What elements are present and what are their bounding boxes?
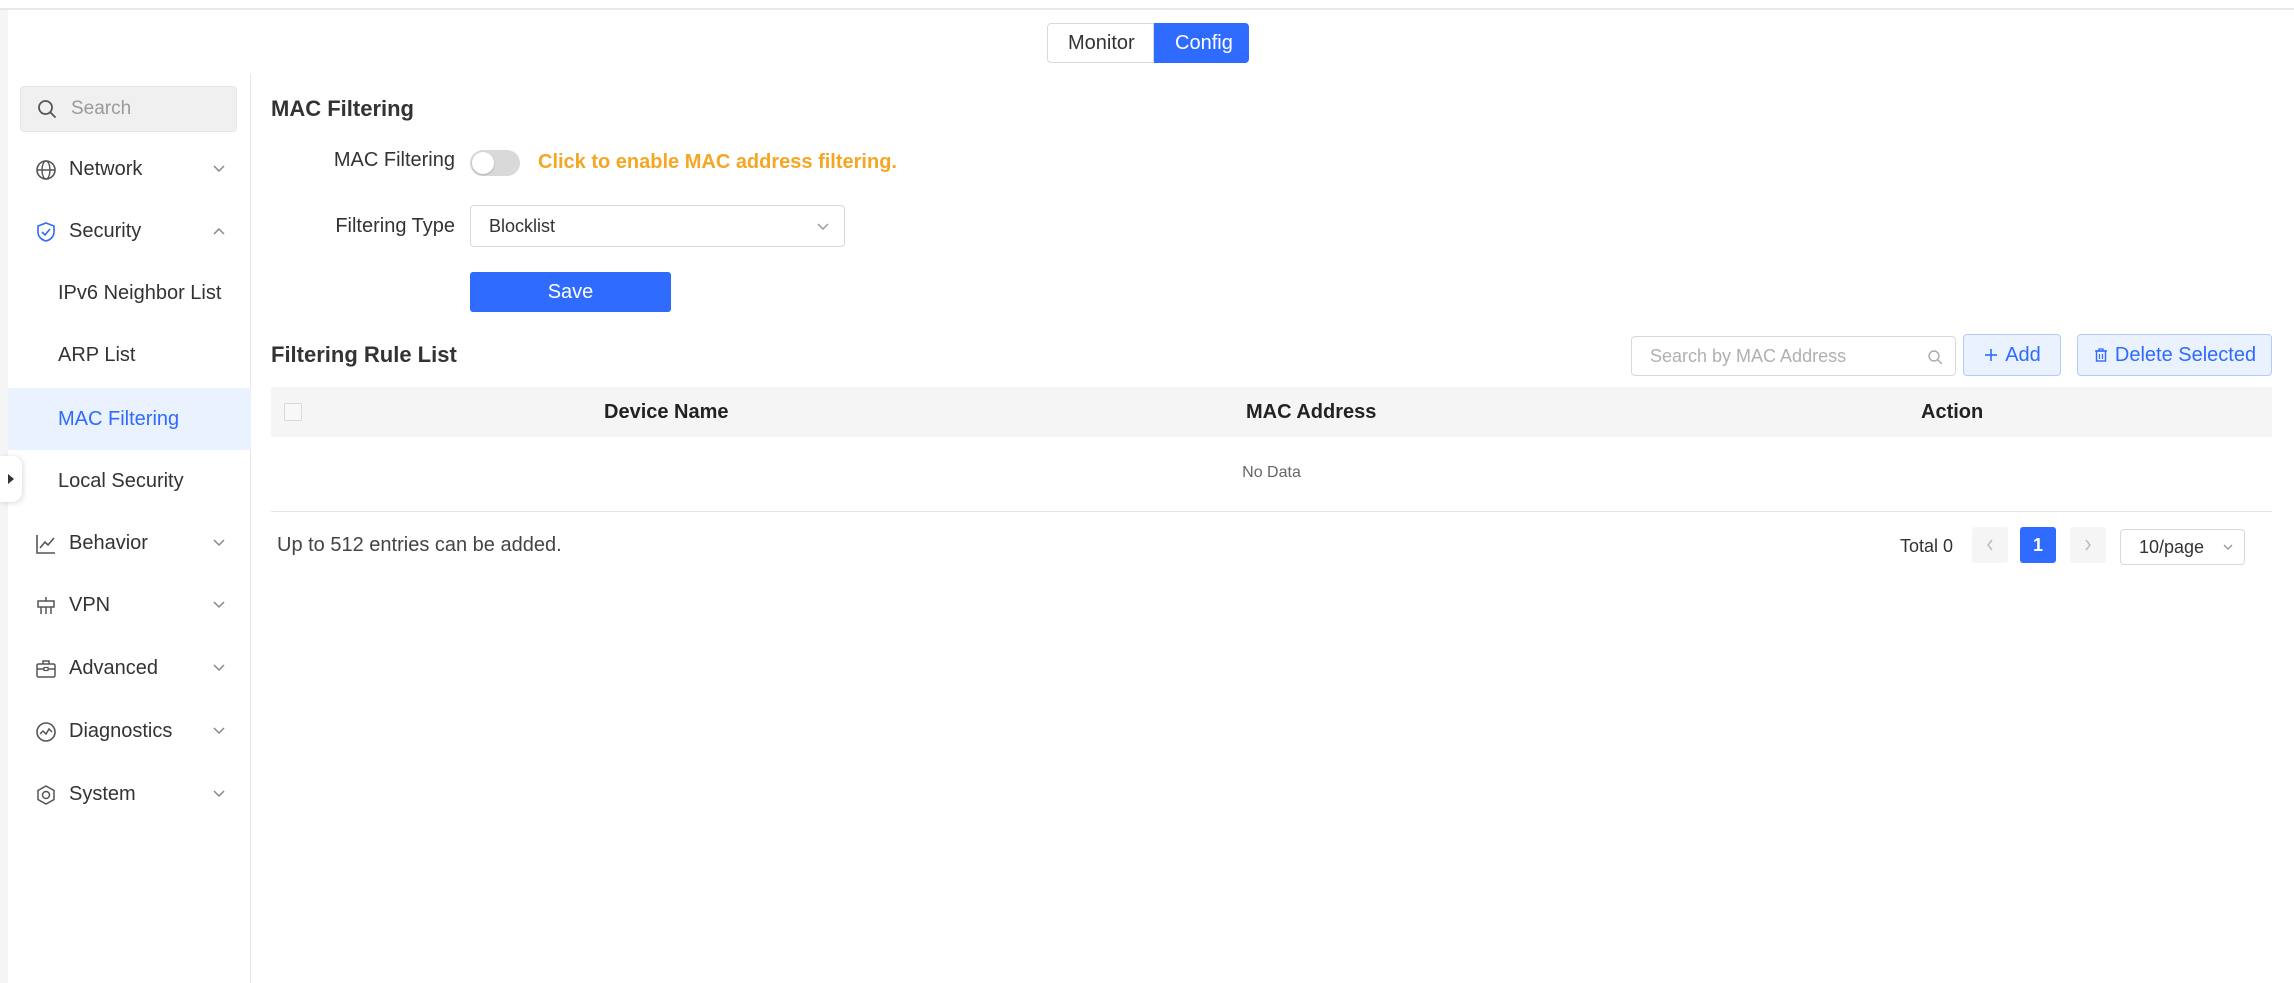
add-rule-button[interactable]: Add xyxy=(1963,334,2061,376)
total-count: Total 0 xyxy=(1900,536,1954,556)
trash-icon xyxy=(2094,348,2107,362)
prev-page-button[interactable] xyxy=(1972,527,2008,563)
sidebar-item-local-security[interactable]: Local Security xyxy=(8,450,251,512)
main-content: MAC Filtering MAC Filtering Click to ena… xyxy=(252,74,2294,983)
globe-icon xyxy=(36,160,56,180)
sidebar-item-security[interactable]: Security xyxy=(8,200,251,262)
column-header-device-name: Device Name xyxy=(604,401,729,423)
chevron-down-icon xyxy=(213,664,225,672)
chevron-down-icon xyxy=(213,727,225,735)
search-icon xyxy=(38,100,56,118)
diagnostics-icon xyxy=(36,722,56,742)
page-size-select[interactable]: 10/page xyxy=(2120,529,2245,565)
mode-toggle: Monitor Config xyxy=(1047,23,1249,63)
select-all-checkbox[interactable] xyxy=(284,403,302,421)
mac-filtering-label: MAC Filtering xyxy=(333,149,455,171)
sidebar-item-vpn[interactable]: VPN xyxy=(8,574,251,636)
sidebar-sub-label: Local Security xyxy=(58,469,184,492)
sidebar-item-mac-filtering[interactable]: MAC Filtering xyxy=(8,388,251,450)
delete-selected-button[interactable]: Delete Selected xyxy=(2077,334,2272,376)
sidebar-item-label: Diagnostics xyxy=(69,719,173,742)
system-gear-icon xyxy=(37,785,55,805)
chevron-down-icon xyxy=(213,790,225,798)
mac-filtering-switch[interactable] xyxy=(470,150,520,176)
mac-filtering-hint: Click to enable MAC address filtering. xyxy=(538,151,897,173)
vpn-icon xyxy=(37,597,55,614)
add-rule-label: Add xyxy=(2005,343,2041,366)
sidebar-sub-label: MAC Filtering xyxy=(58,407,180,430)
sidebar-item-behavior[interactable]: Behavior xyxy=(8,512,251,574)
top-bar xyxy=(0,0,2294,10)
page-number-button[interactable]: 1 xyxy=(2020,527,2056,563)
plus-icon xyxy=(1985,349,1998,361)
toolbox-icon xyxy=(36,660,56,678)
chevron-right-icon xyxy=(2085,539,2091,551)
chevron-down-icon xyxy=(213,539,225,547)
sidebar-item-advanced[interactable]: Advanced xyxy=(8,637,251,699)
chevron-up-icon xyxy=(213,227,225,235)
page-size-value: 10/page xyxy=(2139,536,2205,557)
sidebar-item-label: Behavior xyxy=(69,531,148,554)
filtering-type-label: Filtering Type xyxy=(335,215,455,237)
delete-selected-label: Delete Selected xyxy=(2114,343,2257,366)
chart-icon xyxy=(36,535,55,554)
sidebar-item-label: Security xyxy=(69,219,142,242)
sidebar-search-placeholder: Search xyxy=(71,98,132,119)
sidebar-item-label: Advanced xyxy=(69,656,158,679)
sidebar-sub-label: IPv6 Neighbor List xyxy=(58,281,222,304)
sidebar-item-label: VPN xyxy=(69,593,111,616)
save-button[interactable]: Save xyxy=(470,272,671,312)
rule-list-title: Filtering Rule List xyxy=(271,342,457,367)
sidebar-item-arp-list[interactable]: ARP List xyxy=(8,324,251,386)
chevron-down-icon xyxy=(817,223,829,231)
sidebar-search-input[interactable]: Search xyxy=(20,86,237,132)
chevron-down-icon xyxy=(2223,544,2233,550)
filtering-type-value: Blocklist xyxy=(489,215,556,236)
shield-icon xyxy=(37,222,55,242)
table-divider xyxy=(271,511,2272,512)
caret-right-icon xyxy=(8,474,14,484)
table-empty-text: No Data xyxy=(1242,464,1301,481)
mac-search-field xyxy=(1631,336,1956,376)
filtering-type-select[interactable]: Blocklist xyxy=(470,205,845,247)
mac-search-input[interactable] xyxy=(1650,345,1920,367)
sidebar-item-label: Network xyxy=(69,157,143,180)
sidebar-sub-label: ARP List xyxy=(58,343,136,366)
sidebar-item-network[interactable]: Network xyxy=(8,138,251,200)
next-page-button[interactable] xyxy=(2070,527,2106,563)
chevron-left-icon xyxy=(1987,539,1993,551)
sidebar-collapse-toggle[interactable] xyxy=(0,456,22,502)
sidebar-item-label: System xyxy=(69,782,136,805)
tab-monitor[interactable]: Monitor xyxy=(1047,23,1154,63)
chevron-down-icon xyxy=(213,601,225,609)
tab-config[interactable]: Config xyxy=(1154,23,1249,63)
sidebar-item-ipv6-neighbor-list[interactable]: IPv6 Neighbor List xyxy=(8,262,251,324)
entries-limit-note: Up to 512 entries can be added. xyxy=(277,534,562,556)
column-header-action: Action xyxy=(1921,401,1984,423)
chevron-down-icon xyxy=(213,165,225,173)
sidebar-item-system[interactable]: System xyxy=(8,763,251,825)
sidebar-item-diagnostics[interactable]: Diagnostics xyxy=(8,700,251,762)
column-header-mac-address: MAC Address xyxy=(1246,401,1377,423)
switch-knob xyxy=(472,152,494,174)
page-title: MAC Filtering xyxy=(271,96,414,121)
search-icon xyxy=(1928,350,1943,365)
sidebar: Search Network Security IPv6 Neighbor Li… xyxy=(8,74,251,983)
rule-table-header: Device Name MAC Address Action xyxy=(271,387,2272,437)
